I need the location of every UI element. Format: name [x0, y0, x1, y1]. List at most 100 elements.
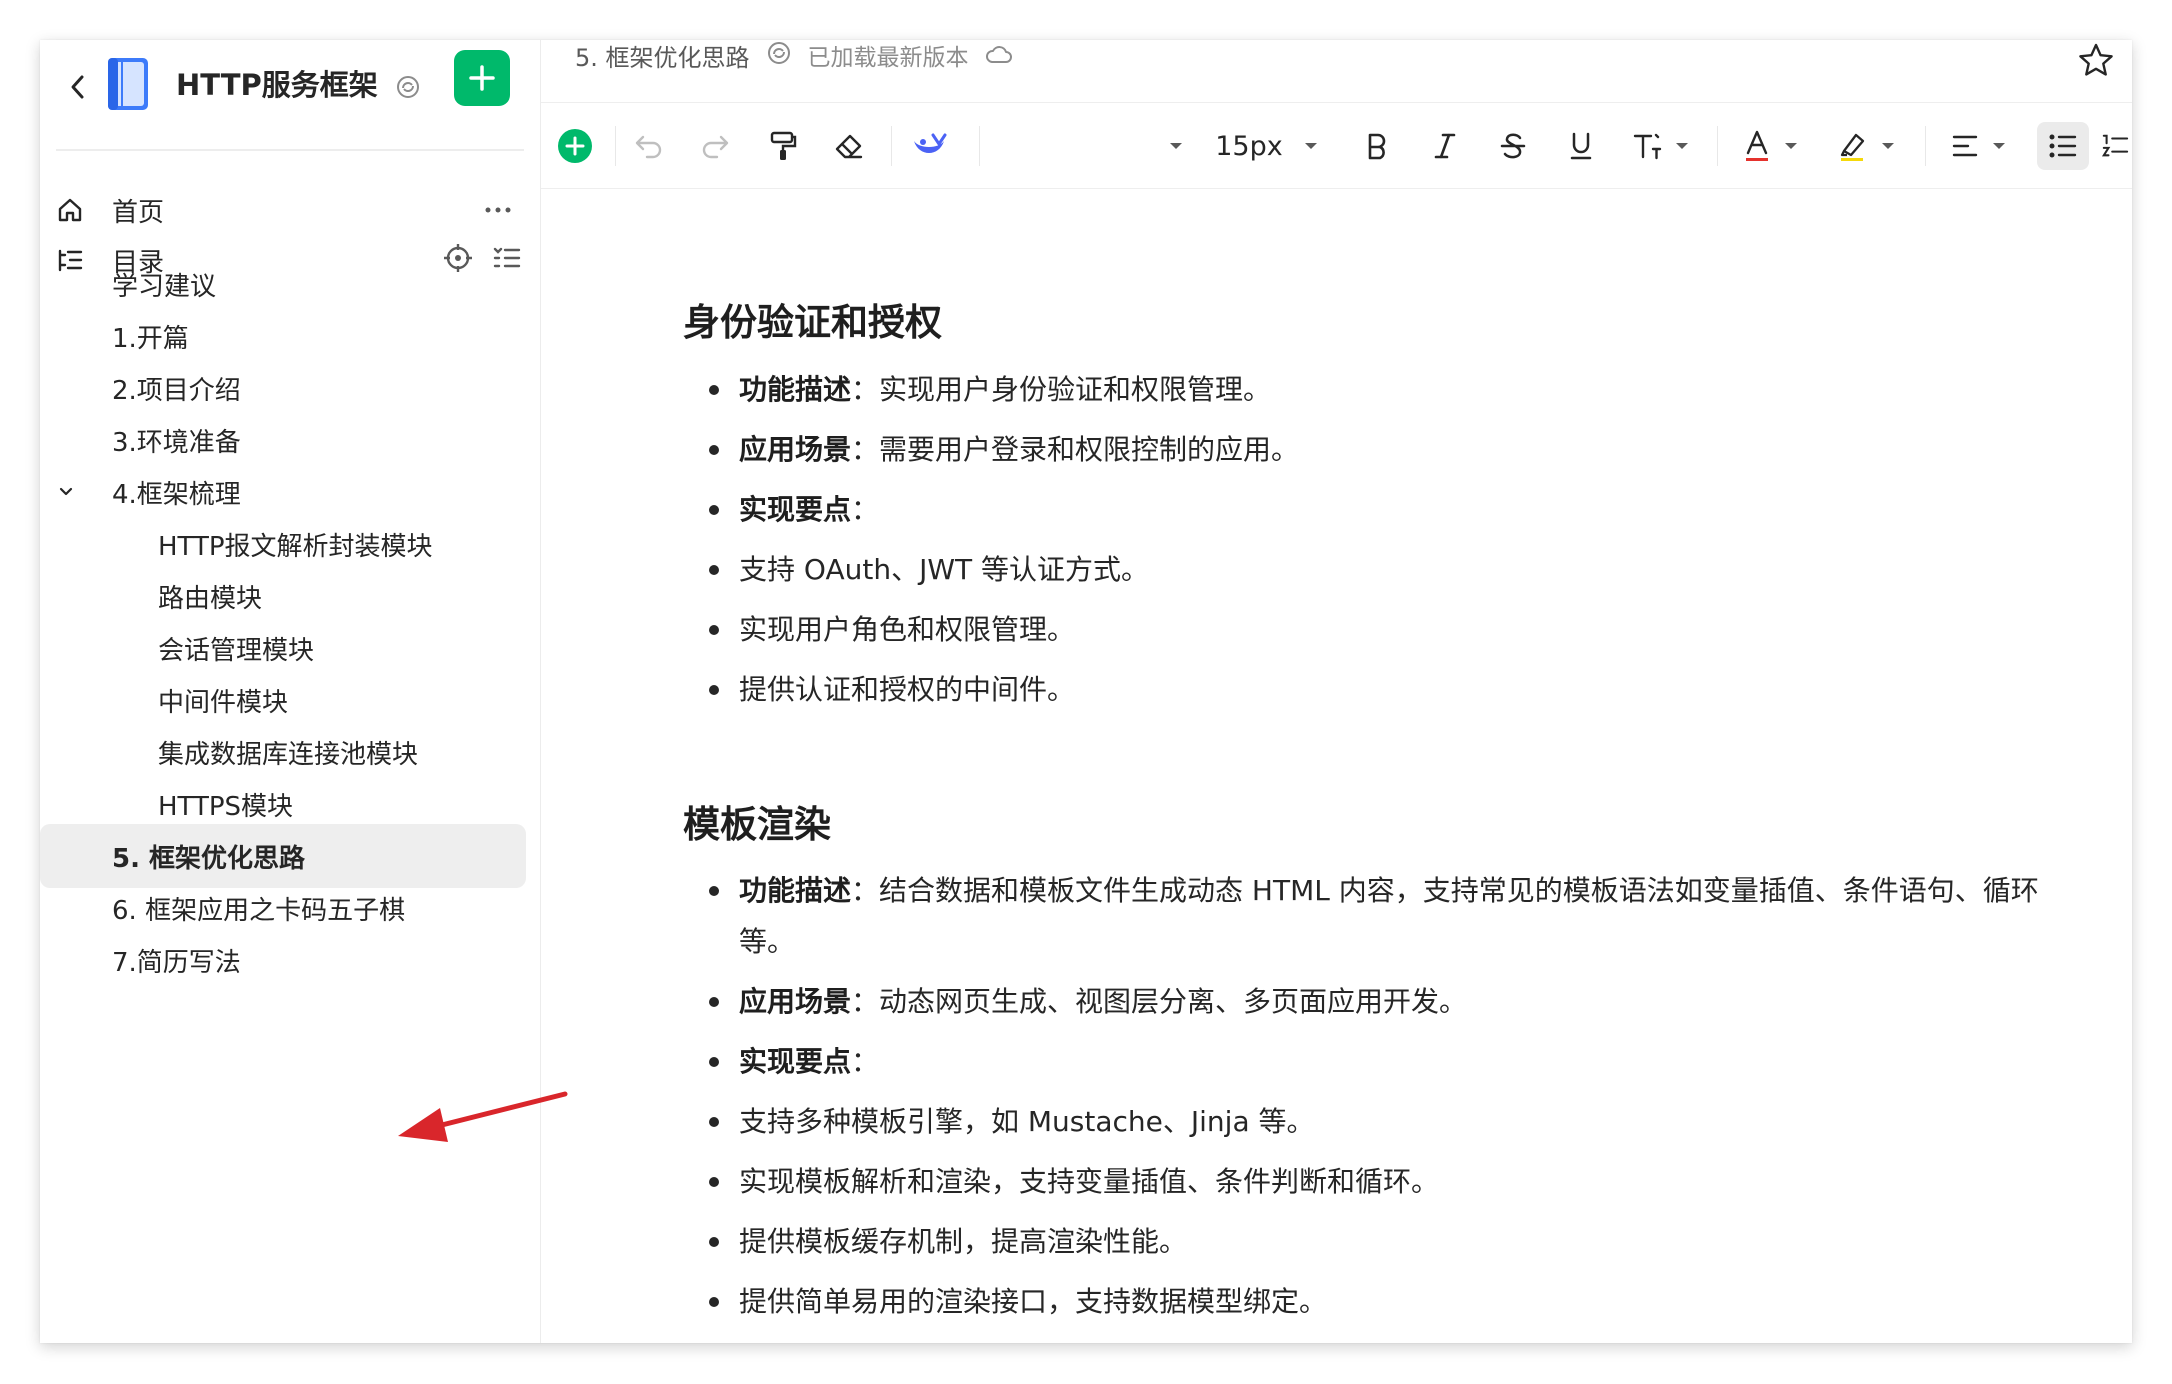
list-item-sep: ：: [851, 1045, 880, 1078]
highlighter-icon: [1840, 133, 1865, 161]
font-size-dropdown[interactable]: 15px: [1207, 122, 1327, 170]
list-item-text: 实现模板解析和渲染，支持变量插值、条件判断和循环。: [739, 1165, 1440, 1198]
sidebar-header: HTTP服务框架: [40, 40, 540, 150]
more-icon[interactable]: [478, 194, 518, 226]
undo-button[interactable]: [625, 122, 673, 170]
doc-title: 5. 框架优化思路: [575, 43, 750, 72]
list-item-text: 实现用户身份验证和权限管理。: [879, 373, 1272, 406]
list-item-text: 等。: [739, 925, 796, 958]
toolbar-divider: [1925, 126, 1926, 166]
document-header: 5. 框架优化思路 已加载最新版本: [541, 40, 2132, 103]
cloud-icon: [985, 41, 1013, 75]
format-painter-button[interactable]: [759, 122, 807, 170]
list-item-text: 结合数据和模板文件生成动态 HTML 内容，支持常见的模板语法如变量插值、条件语…: [879, 874, 2039, 907]
section-heading: 模板渲染: [683, 803, 831, 846]
list-item: 支持 OAuth、JWT 等认证方式。: [708, 550, 1149, 590]
italic-icon: [1434, 133, 1456, 159]
list-item-text: 实现用户角色和权限管理。: [739, 613, 1076, 646]
caret-down-icon: [1785, 143, 1797, 149]
bold-button[interactable]: [1353, 122, 1401, 170]
list-item: 提供模板缓存机制，提高渲染性能。: [708, 1222, 1188, 1262]
favorite-button[interactable]: [2074, 40, 2118, 80]
bullet-list-button[interactable]: [2037, 122, 2089, 170]
italic-button[interactable]: [1421, 122, 1469, 170]
undo-icon: [635, 135, 662, 159]
nav-home-label: 首页: [112, 197, 165, 228]
redo-icon: [702, 135, 729, 159]
list-item: 功能描述：实现用户身份验证和权限管理。: [708, 370, 1272, 410]
toolbar-divider: [979, 126, 980, 166]
text-style-dropdown[interactable]: [1621, 122, 1701, 170]
clear-format-button[interactable]: [825, 122, 873, 170]
locate-icon[interactable]: [442, 242, 474, 278]
list-item: 支持多种模板引擎，如 Mustache、Jinja 等。: [709, 1102, 1315, 1142]
toc-item-framework-review-label: 4.框架梳理: [112, 479, 241, 510]
list-item: 实现要点：: [708, 490, 879, 530]
list-item-key: 功能描述: [739, 373, 852, 406]
sidebar: HTTP服务框架 首页 目录 学习建议 1.开篇 2.项目介绍 3.环境准备 4…: [40, 40, 541, 1343]
breadcrumb: 5. 框架优化思路 已加载最新版本: [575, 40, 1013, 75]
toc-item-optimization-label: 5. 框架优化思路: [112, 843, 306, 874]
add-button[interactable]: [454, 50, 510, 106]
caret-down-icon: [1993, 143, 2005, 149]
app-window: HTTP服务框架 首页 目录 学习建议 1.开篇 2.项目介绍 3.环境准备 4…: [40, 40, 2132, 1343]
sidebar-divider: [56, 149, 524, 151]
list-item: 提供简单易用的渲染接口，支持数据模型绑定。: [708, 1282, 1327, 1322]
list-item-text: 动态网页生成、视图层分离、多页面应用开发。: [879, 985, 1468, 1018]
caret-down-icon: [1676, 143, 1688, 149]
toolbar-divider: [1717, 126, 1718, 166]
chevron-left-icon: [71, 75, 84, 99]
caret-down-icon: [1304, 143, 1317, 149]
caret-down-icon: [1170, 143, 1182, 149]
toc-icon: [54, 244, 86, 276]
toc-item-resume[interactable]: 7.简历写法: [112, 928, 241, 992]
font-color-dropdown[interactable]: [1731, 122, 1811, 170]
back-button[interactable]: [58, 62, 98, 112]
plus-circle-icon: [558, 129, 592, 163]
caret-down-icon: [1882, 143, 1894, 149]
strikethrough-icon: [1500, 133, 1526, 159]
insert-button[interactable]: [551, 122, 599, 170]
list-item: 提供认证和授权的中间件。: [708, 670, 1075, 710]
list-item-key: 应用场景: [739, 433, 852, 466]
underline-icon: [1570, 132, 1592, 160]
list-item-sep: ：: [851, 985, 880, 1018]
list-item-key: 实现要点: [739, 493, 852, 526]
list-item-text: 需要用户登录和权限控制的应用。: [879, 433, 1300, 466]
redo-button[interactable]: [691, 122, 739, 170]
sync-icon: [766, 40, 792, 75]
list-item-continuation: 等。: [739, 922, 795, 962]
book-icon: [104, 54, 154, 114]
ordered-list-icon: [2101, 134, 2129, 157]
list-item: 应用场景：需要用户登录和权限控制的应用。: [708, 430, 1300, 470]
font-color-icon: [1746, 130, 1768, 161]
align-left-icon: [1952, 135, 1978, 157]
list-item-sep: ：: [851, 373, 880, 406]
list-item-key: 功能描述: [739, 874, 852, 907]
paragraph-style-dropdown[interactable]: [1161, 122, 1191, 170]
ai-icon: [914, 133, 947, 153]
highlight-dropdown[interactable]: [1827, 122, 1907, 170]
editor-main: 5. 框架优化思路 已加载最新版本 15px 身份验证和授权 功能描述：实现用户…: [541, 40, 2132, 1343]
collapse-list-icon[interactable]: [492, 244, 522, 276]
underline-button[interactable]: [1557, 122, 1605, 170]
toolbar-divider: [891, 126, 892, 166]
format-painter-icon: [770, 131, 797, 160]
save-status: 已加载最新版本: [807, 44, 969, 71]
ordered-list-button[interactable]: [2101, 122, 2129, 170]
list-item: 功能描述：结合数据和模板文件生成动态 HTML 内容，支持常见的模板语法如变量插…: [709, 871, 2039, 911]
ai-assistant-button[interactable]: [899, 122, 959, 170]
strikethrough-button[interactable]: [1489, 122, 1537, 170]
list-item: 实现用户角色和权限管理。: [708, 610, 1076, 650]
document-body[interactable]: 身份验证和授权 功能描述：实现用户身份验证和权限管理。 应用场景：需要用户登录和…: [541, 190, 2132, 1343]
toolbar-divider: [615, 126, 616, 166]
list-item-text: 提供模板缓存机制，提高渲染性能。: [739, 1225, 1188, 1258]
bullet-list-icon: [2049, 134, 2077, 158]
font-size-value: 15px: [1215, 130, 1283, 162]
text-format-icon: [1633, 133, 1662, 160]
align-dropdown[interactable]: [1939, 122, 2019, 170]
list-item-key: 实现要点: [739, 1045, 852, 1078]
list-item-sep: ：: [851, 433, 880, 466]
section-heading: 身份验证和授权: [683, 301, 942, 344]
chevron-down-icon[interactable]: [54, 480, 78, 504]
